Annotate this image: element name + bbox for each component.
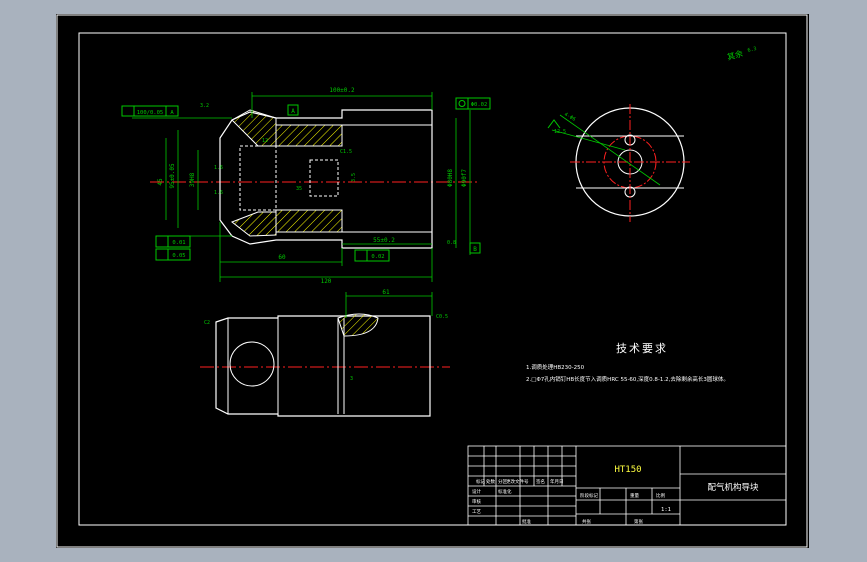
front-slot-dim: 3 [350,376,353,382]
dim-left-39: 39H8 [189,172,196,187]
title-scale: 1:1 [661,507,671,513]
rough-1: 1.6 [214,165,223,171]
tech-line-1: 1.调质处理HB230-250 [526,363,585,371]
tb-mid-0: 阶段标记 [580,492,598,499]
tb-mid-1: 重量 [630,492,639,499]
dim-top-length: 100±0.2 [329,87,355,94]
side-rough: 12.5 [554,129,566,135]
upper-wall-hatch [275,124,343,147]
tb-left-4: 批准 [522,518,531,525]
label-12: 12 [262,138,268,144]
cad-drawing-sheet: 100±0.2 60 120 55±0.2 45 95±0.05 39H8 Φ8… [56,14,809,548]
tb-row-label-4: 签名 [536,478,545,485]
dim-right-90: Φ90f7 [461,169,468,187]
front-chamfer-c2: C2 [204,320,210,326]
tb-left-0: 设计 [472,488,481,495]
tb-mid-2: 比例 [656,492,665,499]
tol-flat-3: 0.02 [371,254,384,260]
tb-row-label-1: 处数 [486,478,495,485]
tb-row-label-5: 年月日 [550,478,564,485]
rough-3: 0.8 [447,240,456,246]
lower-wall-hatch [275,209,343,233]
tb-row-label-3: 更改文件号 [506,478,529,485]
tol-position-value: Φ0.02 [471,102,488,108]
tb-mid-3: 共张 [582,518,591,525]
slot-width: 3.5 [351,173,357,182]
title-material: HT150 [614,465,641,475]
tech-line-2: 2.□Φ7孔内销钉HB长度节入调质HRC 55-60,深度0.8-1.2,去除剩… [526,375,729,383]
label-35: 35 [296,186,302,192]
rough-2: 1.6 [214,190,223,196]
dim-left-95: 95±0.05 [169,163,176,189]
tb-left-2: 审核 [472,498,481,505]
tb-left-3: 工艺 [472,509,481,515]
tech-title: 技术要求 [616,342,668,355]
tb-mid-4: 第张 [634,518,643,525]
datum-a-top: A [291,108,295,115]
dim-left-small: 3.2 [200,103,209,109]
dim-bottom-60: 60 [278,254,286,261]
dim-left-45: 45 [157,178,164,186]
tol-flat-2: 0.05 [172,253,185,259]
tb-left-1: 标准化 [498,488,512,495]
tol-flat-1: 0.01 [172,240,185,246]
datum-b-right: B [473,246,477,253]
drawing-area [56,14,809,548]
dim-bottom-120: 120 [321,278,332,285]
title-part-name: 配气机构导块 [707,482,759,493]
dim-right-80: Φ80H8 [447,169,454,187]
front-dim-61: 61 [382,289,390,296]
chamfer-note: C1.5 [340,149,352,155]
front-chamfer-c05: C0.5 [436,314,448,320]
dim-bottom-55: 55±0.2 [373,237,395,244]
tb-row-label-0: 标记 [476,478,485,485]
tol-parallel-value: 100/0.05 [137,110,164,116]
